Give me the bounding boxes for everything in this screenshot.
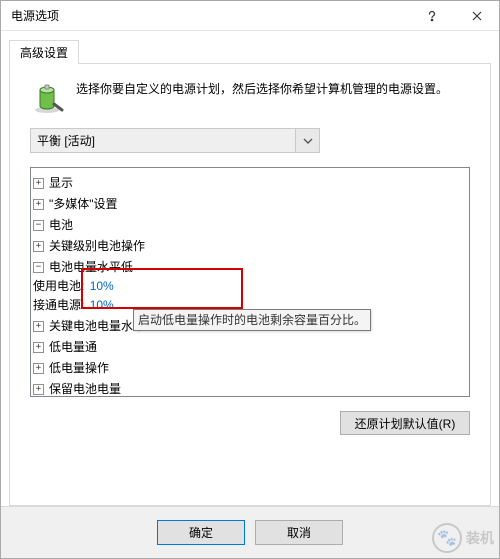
tree-leaf-plugged-in[interactable]: 接通电源: 10% (33, 296, 114, 315)
title-bar: 电源选项 (1, 1, 499, 31)
settings-tree[interactable]: +显示 +"多媒体"设置 −电池 +关键级别电池操作 −电池电量水平低 使用电池… (30, 167, 470, 397)
expand-icon[interactable]: + (33, 241, 44, 252)
tree-leaf-on-battery[interactable]: 使用电池: 10% (33, 277, 114, 296)
on-battery-value: 10% (90, 277, 114, 296)
tree-node-low-notify[interactable]: +低电量通 (33, 338, 97, 357)
expand-icon[interactable]: + (33, 342, 44, 353)
expand-icon[interactable]: + (33, 384, 44, 395)
dialog-footer: 确定 取消 (1, 506, 499, 558)
restore-defaults-button[interactable]: 还原计划默认值(R) (340, 411, 470, 435)
expand-icon[interactable]: + (33, 199, 44, 210)
cancel-button[interactable]: 取消 (255, 520, 343, 545)
chevron-down-icon (295, 129, 319, 152)
ok-button[interactable]: 确定 (157, 520, 245, 545)
expand-icon[interactable]: + (33, 363, 44, 374)
intro-text: 选择你要自定义的电源计划，然后选择你希望计算机管理的电源设置。 (76, 80, 448, 99)
window-title: 电源选项 (11, 7, 409, 24)
tab-panel: 选择你要自定义的电源计划，然后选择你希望计算机管理的电源设置。 平衡 [活动] … (9, 63, 491, 506)
collapse-icon[interactable]: − (33, 262, 44, 273)
tab-advanced-settings[interactable]: 高级设置 (9, 40, 79, 64)
tree-node-critical-action[interactable]: +关键级别电池操作 (33, 237, 145, 256)
close-button[interactable] (454, 1, 499, 30)
power-plan-value: 平衡 [活动] (31, 132, 295, 149)
tree-node-multimedia[interactable]: +"多媒体"设置 (33, 195, 118, 214)
tree-node-critical-level[interactable]: +关键电池电量水平 (33, 317, 145, 336)
tab-strip: 高级设置 (9, 39, 491, 63)
tooltip: 启动低电量操作时的电池剩余容量百分比。 (133, 309, 371, 331)
battery-icon (30, 80, 64, 114)
tree-node-low-level[interactable]: −电池电量水平低 (33, 258, 133, 277)
tree-node-battery[interactable]: −电池 (33, 216, 73, 235)
tree-node-display[interactable]: +显示 (33, 174, 73, 193)
power-plan-select[interactable]: 平衡 [活动] (30, 128, 320, 153)
intro-row: 选择你要自定义的电源计划，然后选择你希望计算机管理的电源设置。 (30, 80, 470, 114)
tree-node-reserve[interactable]: +保留电池电量 (33, 380, 121, 397)
collapse-icon[interactable]: − (33, 220, 44, 231)
tree-node-low-action[interactable]: +低电量操作 (33, 359, 109, 378)
plugged-in-value: 10% (90, 296, 114, 315)
expand-icon[interactable]: + (33, 178, 44, 189)
expand-icon[interactable]: + (33, 321, 44, 332)
help-button[interactable] (409, 1, 454, 30)
